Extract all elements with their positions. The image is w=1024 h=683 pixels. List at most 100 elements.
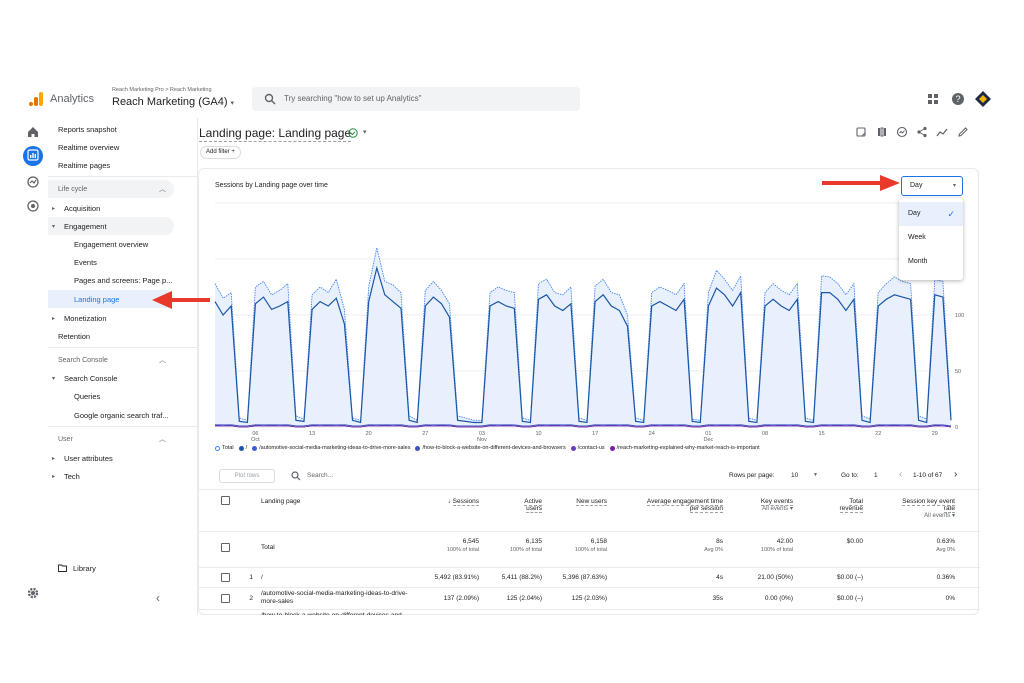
sidebar-divider bbox=[48, 426, 198, 427]
sidebar-section-lifecycle[interactable]: Life cycle ︿ bbox=[48, 180, 174, 198]
table-search-input[interactable]: Search... bbox=[307, 472, 333, 479]
trend-sparkle-icon[interactable] bbox=[936, 126, 948, 138]
chevron-up-icon: ︿ bbox=[159, 436, 166, 443]
sidebar-item-engagement[interactable]: ▾ Engagement bbox=[48, 217, 174, 235]
table-row[interactable]: 2/automotive-social-media-marketing-idea… bbox=[199, 587, 980, 609]
avg-engagement-cell: 4s bbox=[716, 574, 723, 581]
sidebar-item-library[interactable]: Library bbox=[48, 559, 174, 577]
column-header-total-revenue[interactable]: Total revenue bbox=[809, 498, 863, 513]
plot-rows-button[interactable]: Plot rows bbox=[219, 469, 275, 483]
goto-page-input[interactable]: 1 bbox=[874, 472, 878, 479]
sidebar-item-acquisition[interactable]: ▸ Acquisition bbox=[48, 199, 174, 217]
edit-comparison-icon[interactable] bbox=[855, 126, 867, 138]
x-tick-label: 27 bbox=[422, 431, 428, 437]
sidebar-item-pages-and-screens[interactable]: Pages and screens: Page p... bbox=[48, 271, 174, 289]
sidebar-item-retention[interactable]: Retention bbox=[48, 327, 174, 345]
rows-per-page-select[interactable]: 10 bbox=[791, 472, 798, 479]
rate-cell: 0.36% bbox=[936, 574, 955, 581]
legend-item-root[interactable]: / bbox=[238, 445, 247, 451]
account-breadcrumb[interactable]: Reach Marketing Pro > Reach Marketing bbox=[112, 87, 212, 93]
row-checkbox[interactable] bbox=[221, 594, 230, 603]
chart-legend: Total / /automotive-social-media-marketi… bbox=[215, 445, 765, 451]
legend-label: /automotive-social-media-marketing-ideas… bbox=[259, 445, 411, 451]
sidebar-item-search-console[interactable]: ▾ Search Console bbox=[48, 369, 174, 387]
expand-arrow-icon: ▸ bbox=[52, 315, 56, 322]
table-row[interactable]: 1 / 5,492 (83.91%) 5,411 (88.2%) 5,396 (87.6… bbox=[199, 567, 980, 587]
sidebar-item-tech[interactable]: ▸ Tech bbox=[48, 467, 174, 485]
menu-option-day[interactable]: Day ✓ bbox=[899, 202, 963, 226]
sidebar-section-search-console[interactable]: Search Console ︿ bbox=[48, 351, 174, 369]
column-header-key-events[interactable]: Key events All events ▾ bbox=[733, 498, 793, 512]
previous-page-chevron-icon[interactable]: ‹ bbox=[899, 469, 902, 480]
cell-value: 8s bbox=[716, 538, 723, 545]
row-checkbox[interactable] bbox=[221, 543, 230, 552]
legend-item-how-to-block[interactable]: /how-to-block-a-website-on-different-dev… bbox=[415, 445, 566, 451]
customize-report-icon[interactable] bbox=[876, 126, 888, 138]
expand-arrow-icon: ▸ bbox=[52, 455, 56, 462]
sidebar-item-monetization[interactable]: ▸ Monetization bbox=[48, 309, 174, 327]
legend-item-reach[interactable]: /reach-marketing-explained-why-market-re… bbox=[609, 445, 760, 451]
add-filter-button[interactable]: Add filter + bbox=[200, 146, 241, 159]
cell-value: 0.63% bbox=[936, 538, 955, 545]
edit-pencil-icon[interactable] bbox=[957, 126, 969, 138]
cell-sub: Avg 0% bbox=[704, 547, 723, 553]
legend-item-automotive[interactable]: /automotive-social-media-marketing-ideas… bbox=[252, 445, 410, 451]
insights-icon[interactable] bbox=[896, 126, 908, 138]
x-tick-label: 08 bbox=[762, 431, 768, 437]
x-tick-label: 22 bbox=[875, 431, 881, 437]
search-bar[interactable]: Try searching "how to set up Analytics" bbox=[252, 87, 580, 111]
property-selector[interactable]: Reach Marketing (GA4) ▾ bbox=[112, 96, 234, 108]
analytics-app: Analytics Reach Marketing Pro > Reach Ma… bbox=[22, 80, 1002, 615]
column-header-sub: All events bbox=[924, 513, 951, 519]
table-row[interactable]: 3/how-to-block-a-website-on-different-de… bbox=[199, 609, 980, 615]
settings-gear-icon[interactable] bbox=[26, 586, 40, 600]
new-users-cell: 125 (2.03%) bbox=[571, 595, 607, 602]
sidebar-item-label: Engagement bbox=[64, 221, 107, 231]
sidebar-section-user[interactable]: User ︿ bbox=[48, 430, 174, 448]
sidebar-item-realtime-pages[interactable]: Realtime pages bbox=[48, 156, 174, 174]
sidebar-item-reports-snapshot[interactable]: Reports snapshot bbox=[48, 120, 174, 138]
total-rate: 0.63% Avg 0% bbox=[879, 538, 955, 553]
account-avatar-icon[interactable] bbox=[975, 91, 991, 107]
column-header-session-key-event-rate[interactable]: Session key event rate All events ▾ bbox=[879, 498, 955, 519]
column-header-active-users[interactable]: Active users bbox=[489, 498, 542, 513]
column-header-label: New users bbox=[576, 498, 607, 506]
help-icon[interactable]: ? bbox=[951, 92, 965, 106]
sidebar-item-label: Tech bbox=[64, 471, 80, 481]
x-tick-label: 24 bbox=[649, 431, 655, 437]
analytics-logo-icon[interactable] bbox=[28, 91, 44, 107]
column-header-new-users[interactable]: New users bbox=[549, 498, 607, 506]
row-checkbox[interactable] bbox=[221, 573, 230, 582]
cell-value: 6,158 bbox=[590, 538, 607, 545]
column-header-landing-page[interactable]: Landing page bbox=[261, 498, 300, 505]
sidebar-item-realtime-overview[interactable]: Realtime overview bbox=[48, 138, 174, 156]
sessions-cell: 137 (2.09%) bbox=[443, 595, 479, 602]
search-placeholder: Try searching "how to set up Analytics" bbox=[284, 94, 422, 103]
title-chevron-down-icon[interactable]: ▾ bbox=[363, 128, 367, 136]
legend-marker bbox=[252, 445, 258, 451]
advertising-icon[interactable] bbox=[26, 199, 40, 213]
sidebar-item-events[interactable]: Events bbox=[48, 253, 174, 271]
select-all-checkbox[interactable] bbox=[221, 496, 230, 505]
landing-page-cell[interactable]: /how-to-block-a-website-on-different-dev… bbox=[261, 612, 411, 615]
home-icon[interactable] bbox=[26, 125, 40, 139]
menu-option-week[interactable]: Week bbox=[899, 226, 963, 250]
sidebar-item-google-organic[interactable]: Google organic search traf... bbox=[48, 406, 174, 424]
landing-page-cell[interactable]: /automotive-social-media-marketing-ideas… bbox=[261, 590, 411, 606]
sidebar-item-queries[interactable]: Queries bbox=[48, 387, 174, 405]
menu-option-month[interactable]: Month bbox=[899, 250, 963, 274]
legend-item-total[interactable]: Total bbox=[215, 445, 234, 451]
chevron-down-icon: ▼ bbox=[813, 472, 818, 478]
share-icon[interactable] bbox=[916, 126, 928, 138]
legend-item-contact[interactable]: /contact-us bbox=[570, 445, 605, 451]
apps-grid-icon[interactable] bbox=[926, 92, 940, 106]
explore-icon[interactable] bbox=[26, 175, 40, 189]
column-header-avg-engagement[interactable]: Average engagement time per session bbox=[619, 498, 723, 513]
column-header-sessions[interactable]: ↓ Sessions bbox=[419, 498, 479, 506]
total-new-users: 6,158 100% of total bbox=[549, 538, 607, 553]
next-page-chevron-icon[interactable]: › bbox=[954, 469, 957, 480]
collapse-sidebar-chevron-icon[interactable]: ‹ bbox=[156, 591, 160, 605]
landing-page-cell[interactable]: / bbox=[261, 574, 411, 582]
sidebar-item-user-attributes[interactable]: ▸ User attributes bbox=[48, 449, 174, 467]
sidebar-item-engagement-overview[interactable]: Engagement overview bbox=[48, 235, 174, 253]
